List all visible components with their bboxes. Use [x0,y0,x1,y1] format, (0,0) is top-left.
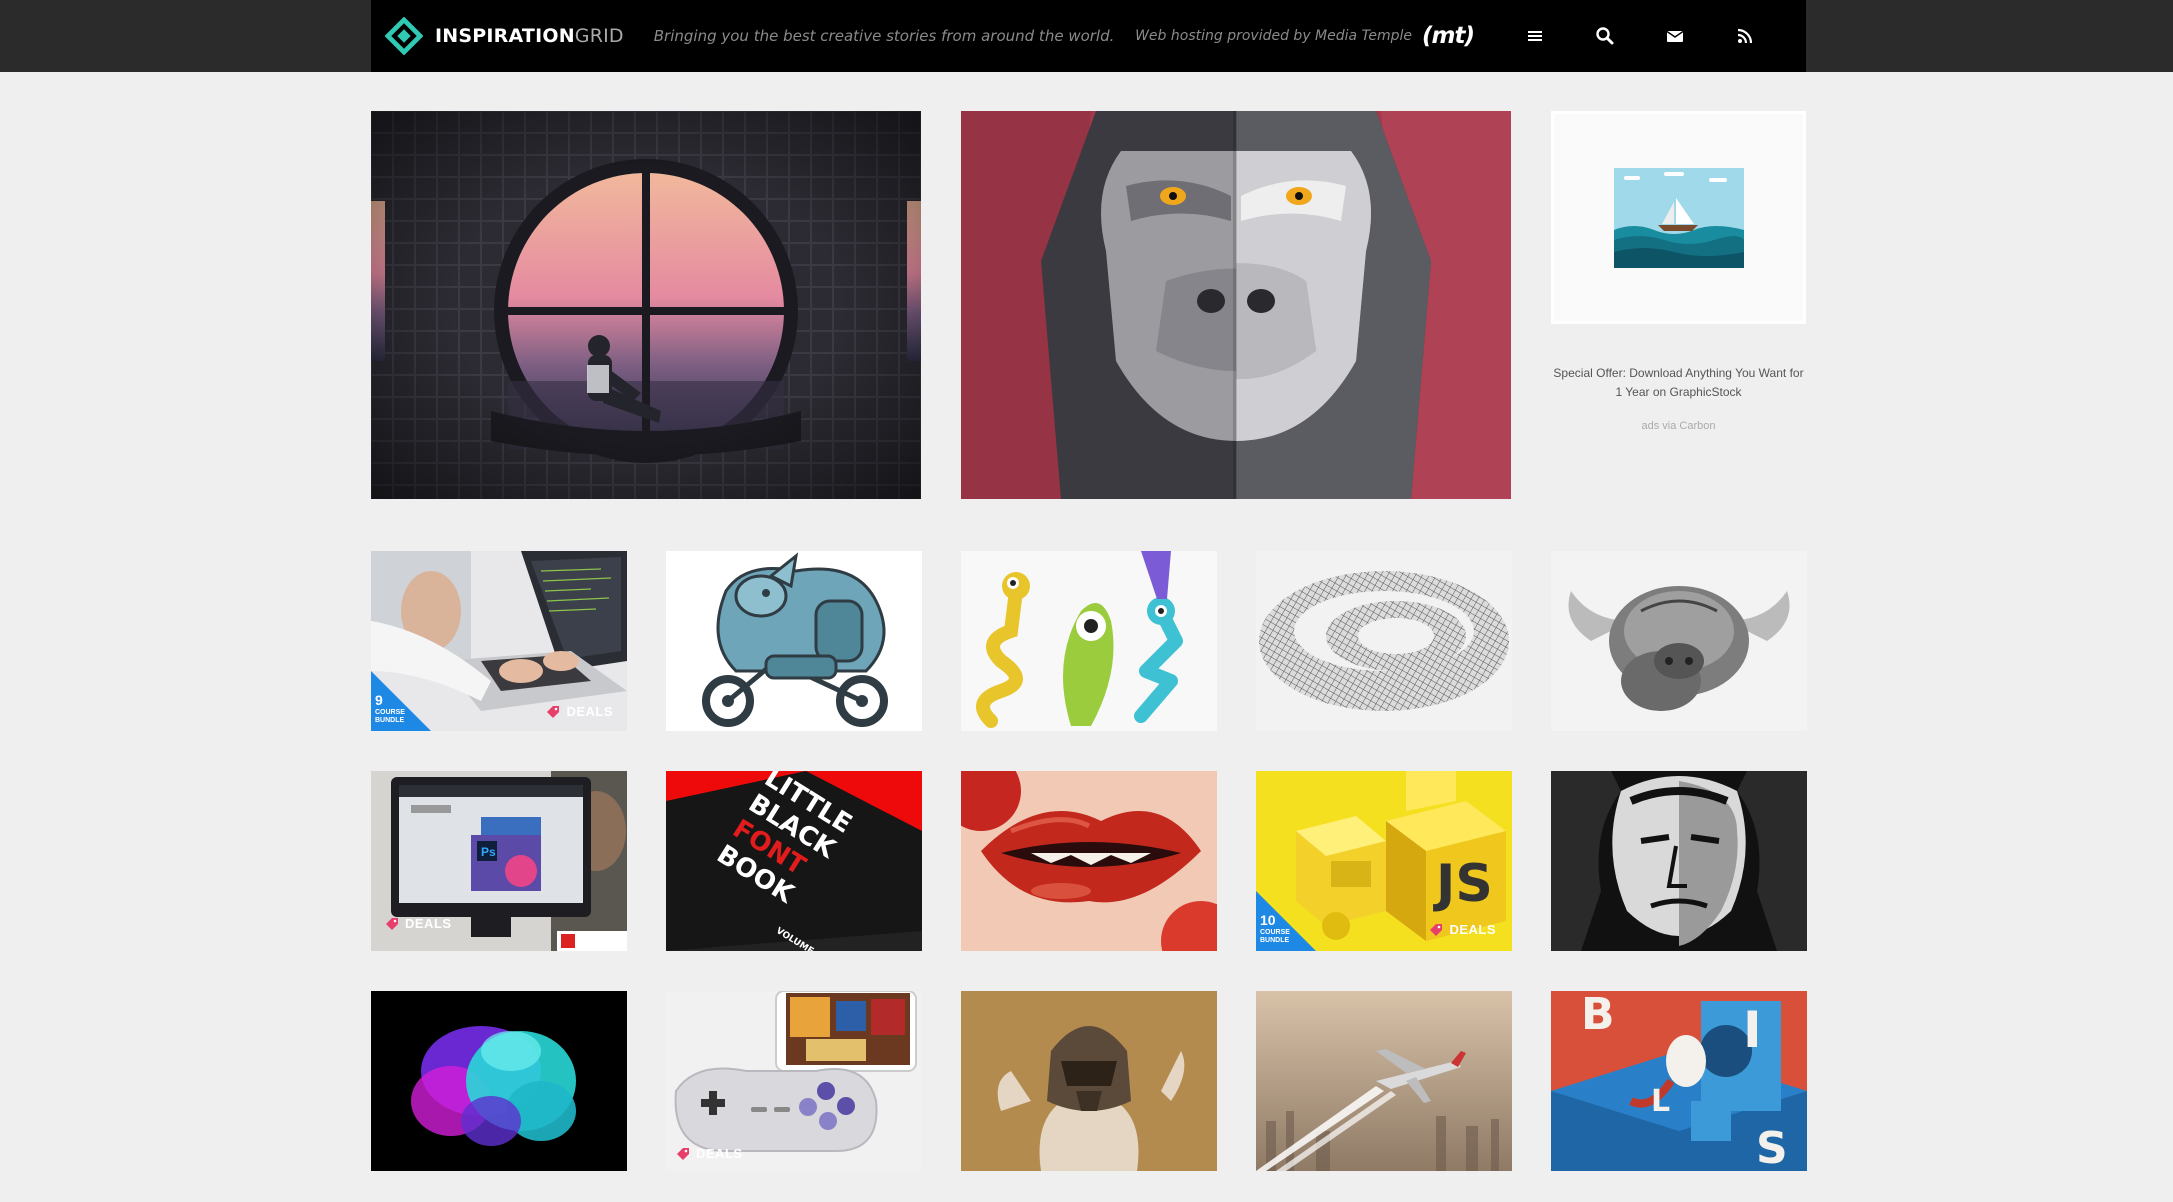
tag-icon [386,917,398,930]
logo-diamond-icon [385,17,423,55]
js-label: JS [1433,854,1493,914]
site-header: INSPIRATIONGRID Bringing you the best cr… [371,0,1806,72]
rss-button[interactable] [1710,0,1780,72]
ad-via-carbon[interactable]: ads via Carbon [1551,420,1806,432]
window-artwork [371,111,921,499]
post-thumb-javascript-deal[interactable]: JS 10 COURSE BUNDLE DEALS [1256,771,1512,951]
carbon-ad[interactable] [1551,111,1806,324]
bundle-label-bundle: BUNDLE [1260,937,1290,944]
hosting-credit[interactable]: Web hosting provided by Media Temple (mt… [1135,23,1475,49]
letter-s: S [1756,1123,1788,1171]
post-thumb-portrait[interactable] [1551,771,1807,951]
deals-badge: DEALS [385,916,452,931]
game-controller-image [666,991,922,1171]
post-thumb-controller-deal[interactable]: DEALS [666,991,922,1171]
post-thumb-coding-deal[interactable]: 9 COURSE BUNDLE DEALS [371,551,627,731]
search-icon [1596,27,1614,45]
post-thumb-rabbit-bike[interactable] [666,551,922,731]
bundle-label-course: COURSE [1260,929,1290,936]
photoshop-label: Ps [481,845,496,859]
featured-post-gorilla[interactable] [961,111,1511,499]
menu-icon [1528,31,1542,41]
deals-badge: DEALS [1429,922,1496,937]
post-thumb-creatures[interactable] [961,551,1217,731]
mail-button[interactable] [1640,0,1710,72]
deals-badge: DEALS [676,1146,743,1161]
bundle-label-bundle: BUNDLE [375,717,405,724]
featured-post-window[interactable] [371,111,921,499]
rss-icon [1737,28,1753,44]
letter-i: I [1743,1001,1762,1059]
deals-badge: DEALS [546,704,613,719]
ad-text[interactable]: Special Offer: Download Anything You Wan… [1551,364,1806,402]
portrait-illustration [1551,771,1807,951]
search-button[interactable] [1570,0,1640,72]
letter-l: L [1651,1084,1670,1119]
color-smoke-image [371,991,627,1171]
post-thumb-mesh-sculpture[interactable] [1256,551,1512,731]
tag-icon [547,705,560,718]
darth-vader-sculpture-image [961,991,1217,1171]
bull-sketch-image [1551,551,1807,731]
gorilla-artwork [961,111,1511,499]
font-book-image: LITTLE BLACK FONT BOOK VOLUME 03 [666,771,922,951]
hosting-text: Web hosting provided by Media Temple [1135,28,1413,44]
post-thumb-darth-vader[interactable] [961,991,1217,1171]
mail-icon [1666,30,1684,42]
tag-icon [1430,923,1443,936]
site-tagline: Bringing you the best creative stories f… [653,27,1115,45]
bundle-label-course: COURSE [375,709,405,716]
ad-sailboat-image [1613,167,1744,268]
post-thumb-font-book[interactable]: LITTLE BLACK FONT BOOK VOLUME 03 [666,771,922,951]
header-nav [1500,0,1780,72]
post-thumb-lips[interactable] [961,771,1217,951]
airplane-image [1256,991,1512,1171]
tag-icon [677,1147,689,1160]
post-thumb-bull-sketch[interactable] [1551,551,1807,731]
rabbit-motorcycle-illustration [666,551,922,731]
bliss-typography-illustration: B I L S [1551,991,1807,1171]
menu-button[interactable] [1500,0,1570,72]
site-logo[interactable]: INSPIRATIONGRID [385,17,624,55]
lips-illustration [961,771,1217,951]
post-thumb-bliss-typography[interactable]: B I L S [1551,991,1807,1171]
post-thumb-color-smoke[interactable] [371,991,627,1171]
mesh-sculpture-image [1256,551,1512,731]
letter-b: B [1581,991,1615,1040]
post-thumb-photoshop-deal[interactable]: Ps DEALS [371,771,627,951]
bundle-count: 9 [375,692,383,708]
bundle-count: 10 [1260,912,1276,928]
post-thumb-airplane[interactable] [1256,991,1512,1171]
colorful-creatures-image [961,551,1217,731]
media-temple-logo: (mt) [1422,23,1475,49]
logo-text: INSPIRATIONGRID [435,25,624,47]
